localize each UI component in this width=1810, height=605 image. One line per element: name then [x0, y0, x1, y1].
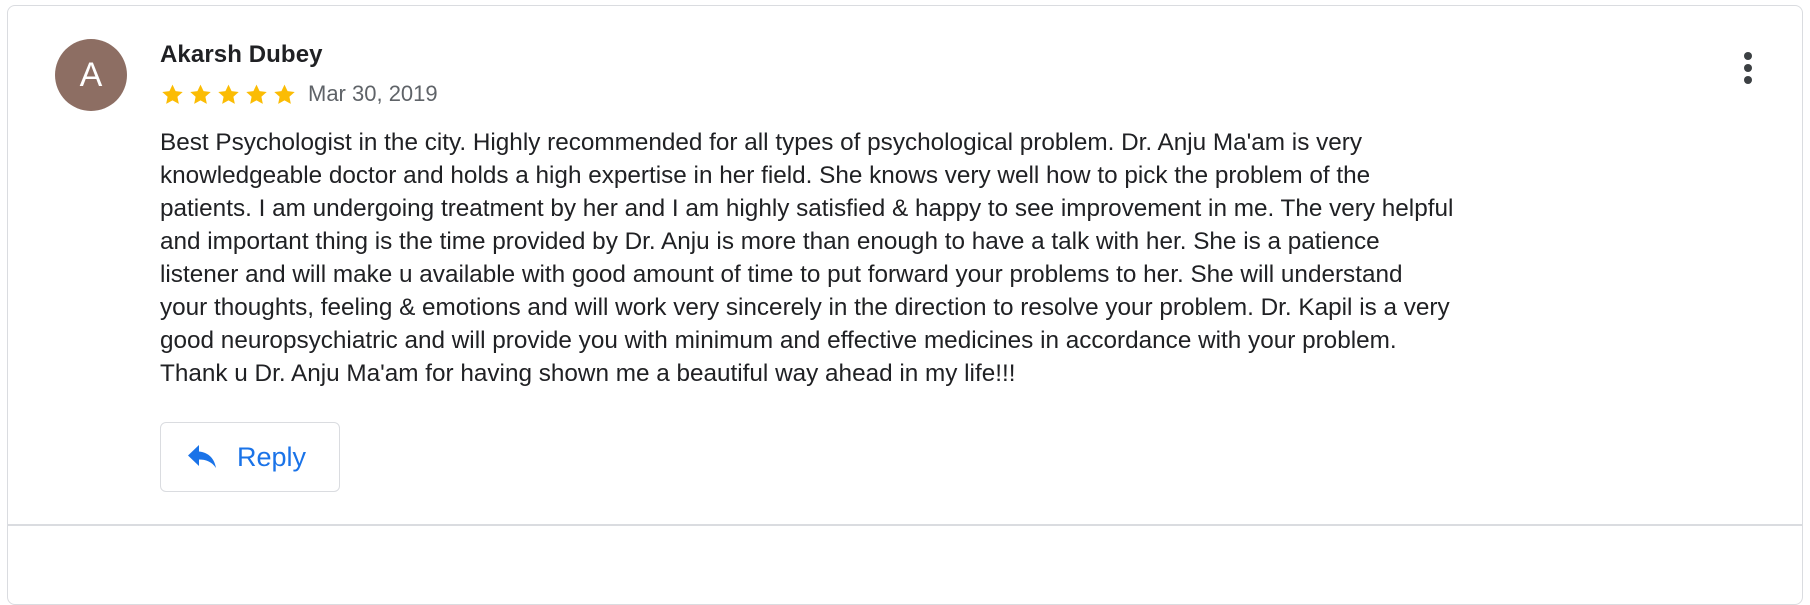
star-icon — [274, 84, 295, 104]
star-rating — [160, 82, 297, 107]
review-date: Mar 30, 2019 — [308, 81, 438, 106]
star-icon — [218, 84, 239, 104]
avatar[interactable]: A — [55, 39, 127, 111]
star-icon — [162, 84, 183, 104]
review-text: Best Psychologist in the city. Highly re… — [160, 129, 1454, 387]
more-vert-icon — [1744, 76, 1752, 84]
star-icon — [190, 84, 211, 104]
reply-label: Reply — [237, 441, 307, 472]
more-vert-icon — [1744, 64, 1752, 72]
review-meta: Mar 30, 2019 — [160, 79, 438, 109]
more-options-button[interactable] — [1733, 46, 1763, 90]
reviewer-name[interactable]: Akarsh Dubey — [160, 41, 323, 69]
more-vert-icon — [1744, 52, 1752, 60]
reply-button[interactable]: Reply — [160, 422, 340, 492]
star-icon — [246, 84, 267, 104]
card-divider — [7, 524, 1803, 526]
reply-arrow-icon — [188, 445, 216, 468]
